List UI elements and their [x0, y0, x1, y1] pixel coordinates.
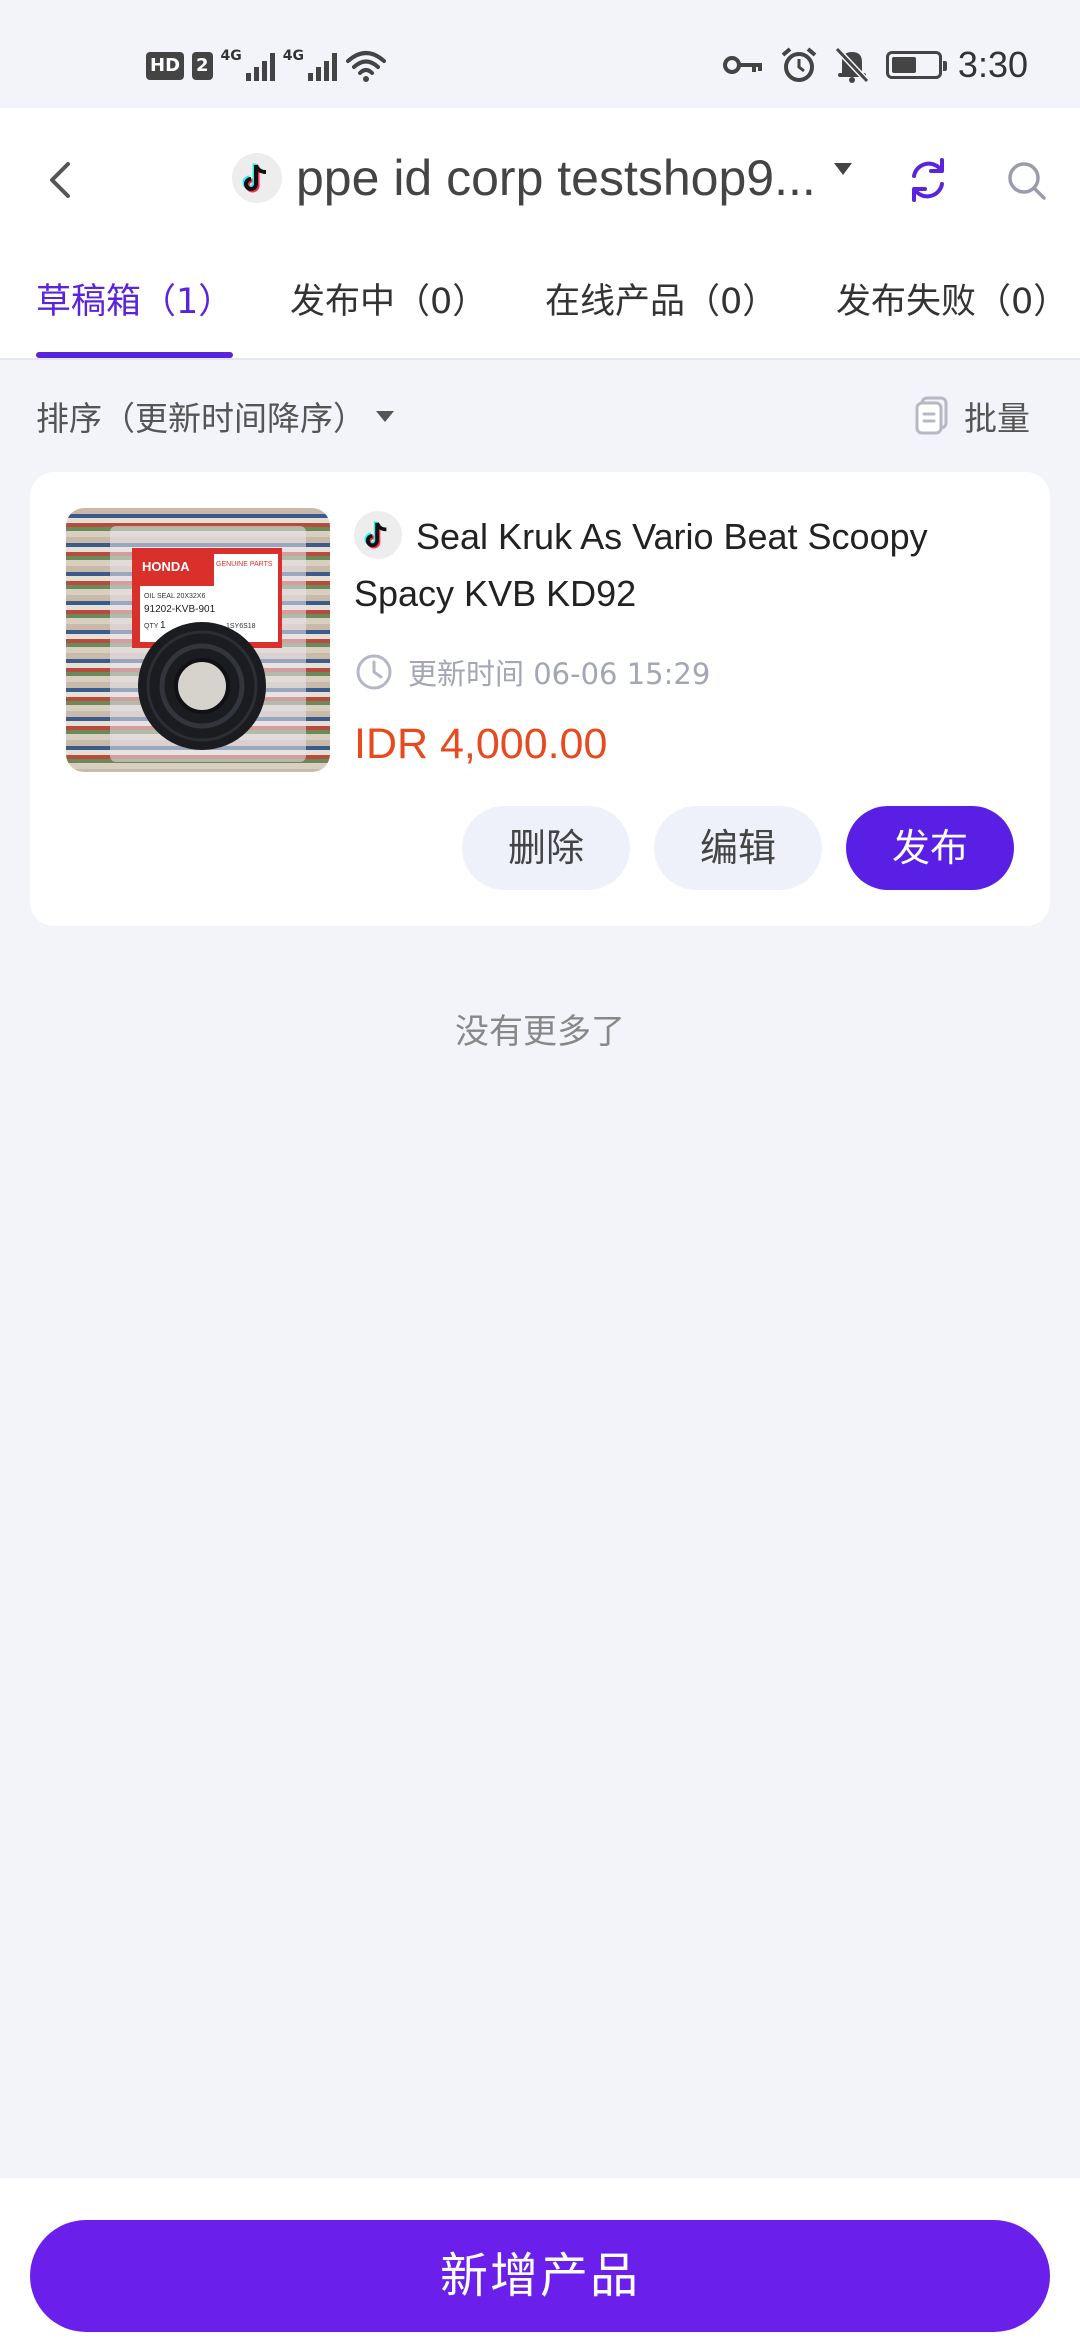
list-toolbar: 排序（更新时间降序） 批量 — [0, 362, 1080, 470]
tab-online-products[interactable]: 在线产品（0） — [545, 250, 777, 358]
product-price: IDR 4,000.00 — [354, 720, 608, 768]
delete-button[interactable]: 删除 — [462, 806, 630, 890]
tab-drafts[interactable]: 草稿箱（1） — [36, 250, 234, 358]
thumb-brand: HONDA — [142, 559, 190, 574]
tab-publishing[interactable]: 发布中（0） — [290, 250, 487, 358]
bottom-bar: 新增产品 — [0, 2178, 1080, 2340]
network-type-2: 4G — [282, 48, 305, 64]
status-right: 3:30 — [722, 40, 1028, 90]
clock-icon — [356, 654, 392, 690]
back-icon[interactable] — [34, 152, 90, 208]
thumb-tag: GENUINE PARTS — [216, 561, 273, 568]
thumb-qty-value: 1 — [160, 620, 166, 631]
list-end-text: 没有更多了 — [455, 1012, 625, 1052]
product-card[interactable]: HONDA GENUINE PARTS OIL SEAL 20X32X6 912… — [30, 472, 1050, 926]
sort-caret-icon — [376, 410, 394, 422]
tab-publish-failed[interactable]: 发布失败（0） — [836, 250, 1068, 358]
hd-badge: HD — [146, 52, 185, 80]
batch-icon — [915, 396, 948, 435]
sort-button[interactable]: 排序（更新时间降序） — [36, 390, 394, 442]
thumb-qty-label: QTY — [144, 623, 159, 630]
add-product-button[interactable]: 新增产品 — [30, 2220, 1050, 2332]
status-bar: HD 2 4G 4G 3:30 — [0, 0, 1080, 108]
status-left: HD 2 4G 4G — [146, 44, 387, 88]
tiktok-logo-icon — [354, 511, 402, 560]
app-header: ppe id corp testshop9... — [0, 108, 1080, 250]
shop-selector[interactable]: ppe id corp testshop9... — [232, 142, 852, 214]
wifi-icon — [346, 51, 387, 82]
signal-icon — [308, 51, 338, 81]
battery-icon — [885, 51, 947, 79]
card-actions: 删除 编辑 发布 — [462, 806, 1014, 890]
sort-label: 排序（更新时间降序） — [36, 399, 366, 438]
shop-name: ppe id corp testshop9... — [296, 150, 816, 206]
thumb-part-no: 91202-KVB-901 — [144, 604, 216, 615]
update-time: 更新时间 06-06 15:29 — [408, 657, 711, 691]
edit-button[interactable]: 编辑 — [654, 806, 822, 890]
dropdown-caret-icon — [833, 163, 852, 175]
thumb-desc: OIL SEAL 20X32X6 — [144, 593, 205, 600]
network-type-1: 4G — [220, 48, 242, 64]
alarm-icon — [781, 47, 817, 82]
clock: 3:30 — [957, 44, 1028, 85]
publish-button[interactable]: 发布 — [846, 806, 1014, 890]
key-icon — [722, 56, 762, 74]
refresh-icon[interactable] — [900, 152, 956, 208]
product-title: Seal Kruk As Vario Beat Scoopy Spacy KVB… — [354, 516, 928, 614]
product-image[interactable]: HONDA GENUINE PARTS OIL SEAL 20X32X6 912… — [66, 508, 330, 772]
batch-button[interactable]: 批量 — [914, 390, 1030, 442]
update-time-row: 更新时间 06-06 15:29 — [354, 648, 710, 696]
tiktok-logo-icon — [232, 153, 282, 203]
search-icon[interactable] — [1004, 158, 1050, 204]
signal-icon — [245, 51, 275, 81]
status-tabs: 草稿箱（1） 发布中（0） 在线产品（0） 发布失败（0） — [0, 250, 1080, 360]
product-title-row[interactable]: Seal Kruk As Vario Beat Scoopy Spacy KVB… — [354, 508, 1014, 622]
batch-label: 批量 — [964, 399, 1030, 438]
product-photo: HONDA GENUINE PARTS OIL SEAL 20X32X6 912… — [110, 526, 306, 762]
battery-level — [891, 57, 916, 73]
sim-badge: 2 — [192, 52, 213, 80]
mute-icon — [834, 46, 870, 84]
